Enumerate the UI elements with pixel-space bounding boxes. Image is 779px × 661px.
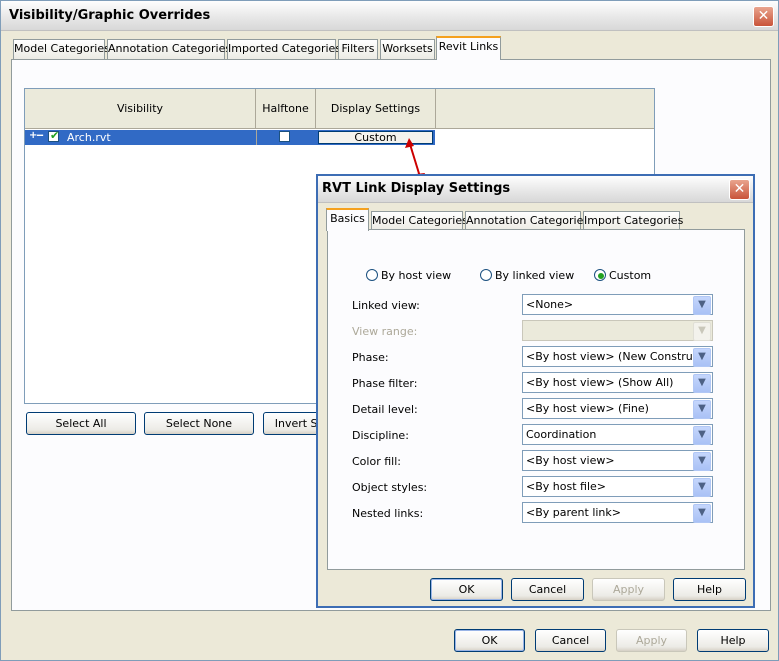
view-range-select: ▼: [522, 320, 713, 341]
help-button[interactable]: Help: [673, 578, 746, 601]
radio-by-linked-view[interactable]: [480, 269, 492, 281]
label-detail-level: Detail level:: [352, 403, 418, 416]
visibility-checkbox[interactable]: ✔: [48, 129, 60, 142]
tab-imported-categories[interactable]: Imported Categories: [227, 39, 341, 59]
checkmark-icon: ✔: [50, 129, 60, 142]
detail-level-select[interactable]: <By host view> (Fine) ▼: [522, 398, 713, 419]
radio-label-by-host-view: By host view: [381, 269, 452, 282]
column-header-display-settings[interactable]: Display Settings: [316, 89, 436, 129]
chevron-down-icon[interactable]: ▼: [693, 478, 711, 497]
close-icon[interactable]: ✕: [753, 6, 774, 27]
dialog-title: RVT Link Display Settings: [322, 181, 511, 196]
cancel-button[interactable]: Cancel: [535, 629, 606, 652]
title-bar[interactable]: RVT Link Display Settings ✕: [318, 176, 753, 203]
help-button[interactable]: Help: [697, 629, 769, 652]
phase-select[interactable]: <By host view> (New Construction)▼: [522, 346, 713, 367]
tab-annotation-categories[interactable]: Annotation Categories: [107, 39, 231, 59]
rvt-link-display-settings-dialog: RVT Link Display Settings ✕ Basics Model…: [316, 174, 755, 608]
tab-worksets[interactable]: Worksets: [380, 39, 435, 59]
nested-links-select[interactable]: <By parent link> ▼: [522, 502, 713, 523]
chevron-down-icon[interactable]: ▼: [693, 452, 711, 471]
discipline-select[interactable]: Coordination ▼: [522, 424, 713, 445]
tab-model-categories[interactable]: Model Categories: [13, 39, 110, 59]
label-nested-links: Nested links:: [352, 507, 424, 520]
radio-by-host-view[interactable]: [366, 269, 378, 281]
halftone-checkbox[interactable]: [279, 131, 290, 142]
tab-revit-links[interactable]: Revit Links: [436, 36, 501, 60]
color-fill-select[interactable]: <By host view> ▼: [522, 450, 713, 471]
close-icon[interactable]: ✕: [729, 179, 750, 200]
chevron-down-icon[interactable]: ▼: [693, 504, 711, 523]
linked-view-select[interactable]: <None> ▼: [522, 294, 713, 315]
phase-filter-select[interactable]: <By host view> (Show All) ▼: [522, 372, 713, 393]
radio-custom[interactable]: [594, 269, 606, 281]
label-discipline: Discipline:: [352, 429, 409, 442]
label-object-styles: Object styles:: [352, 481, 428, 494]
chevron-down-icon: ▼: [693, 322, 711, 341]
tab-annotation-categories[interactable]: Annotation Categories: [465, 211, 589, 230]
ok-button[interactable]: OK: [430, 578, 503, 601]
chevron-down-icon[interactable]: ▼: [693, 400, 711, 419]
label-view-range: View range:: [352, 325, 418, 338]
select-all-button[interactable]: Select All: [26, 412, 136, 435]
radio-label-by-linked-view: By linked view: [495, 269, 575, 282]
basics-pane: By host view By linked view Custom Linke…: [327, 229, 745, 570]
chevron-down-icon[interactable]: ▼: [693, 374, 711, 393]
chevron-down-icon[interactable]: ▼: [693, 348, 711, 367]
column-header-visibility[interactable]: Visibility: [25, 89, 256, 129]
object-styles-select[interactable]: <By host file> ▼: [522, 476, 713, 497]
title-bar[interactable]: Visibility/Graphic Overrides ✕: [1, 1, 778, 31]
chevron-down-icon[interactable]: ▼: [693, 426, 711, 445]
chevron-down-icon[interactable]: ▼: [693, 296, 711, 315]
link-name: Arch.rvt: [67, 131, 111, 144]
apply-button[interactable]: Apply: [592, 578, 665, 601]
label-linked-view: Linked view:: [352, 299, 420, 312]
column-divider: [256, 130, 257, 145]
select-none-button[interactable]: Select None: [144, 412, 254, 435]
apply-button[interactable]: Apply: [616, 629, 687, 652]
table-row[interactable]: +-- ✔ Arch.rvt Custom: [25, 129, 435, 145]
tab-import-categories[interactable]: Import Categories: [583, 211, 683, 230]
tab-model-categories[interactable]: Model Categories: [371, 211, 468, 230]
ok-button[interactable]: OK: [454, 629, 525, 652]
tab-filters[interactable]: Filters: [338, 39, 378, 59]
label-phase: Phase:: [352, 351, 389, 364]
expand-icon[interactable]: +--: [29, 130, 44, 141]
grid-header: Visibility Halftone Display Settings: [25, 89, 654, 129]
column-header-halftone[interactable]: Halftone: [256, 89, 316, 129]
tab-basics[interactable]: Basics: [326, 208, 369, 231]
label-phase-filter: Phase filter:: [352, 377, 418, 390]
window-title: Visibility/Graphic Overrides: [9, 8, 211, 23]
cancel-button[interactable]: Cancel: [511, 578, 584, 601]
radio-label-custom: Custom: [609, 269, 652, 282]
label-color-fill: Color fill:: [352, 455, 401, 468]
